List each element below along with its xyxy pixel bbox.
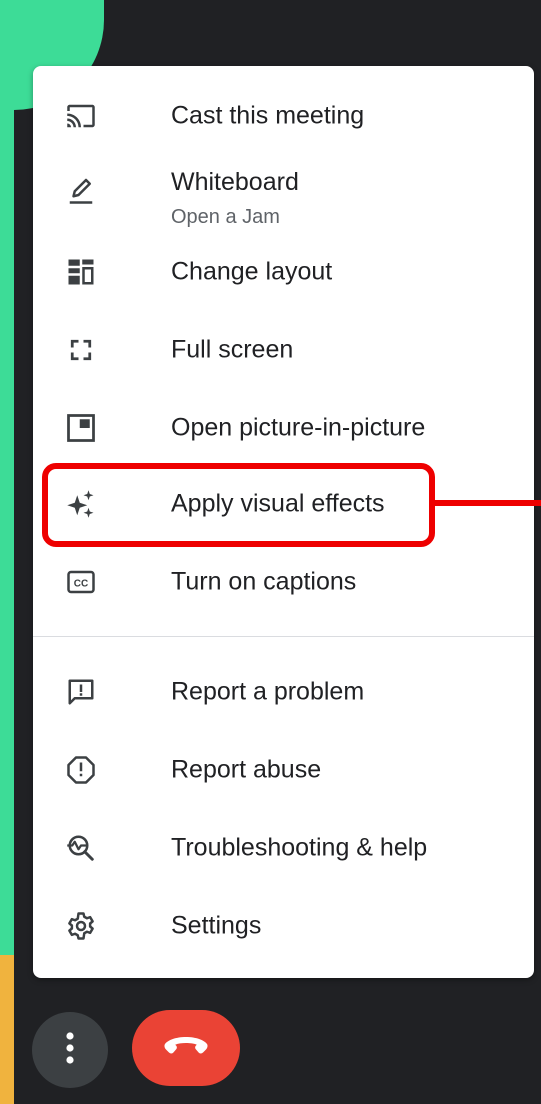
report-icon (65, 754, 97, 786)
menu-item-label: Change layout (171, 257, 333, 286)
layout-icon (65, 256, 97, 288)
sparkle-icon (65, 488, 97, 520)
cast-icon (65, 100, 97, 132)
gear-icon (65, 910, 97, 942)
menu-item-report-abuse[interactable]: Report abuse (33, 738, 534, 802)
menu-item-cast-this-meeting[interactable]: Cast this meeting (33, 84, 534, 148)
closed-captions-icon: CC (65, 566, 97, 598)
menu-item-report-a-problem[interactable]: Report a problem (33, 660, 534, 724)
menu-item-label: Report a problem (171, 677, 365, 706)
menu-item-troubleshooting-help[interactable]: Troubleshooting & help (33, 816, 534, 880)
menu-item-label: Cast this meeting (171, 101, 365, 130)
menu-item-label: Full screen (171, 335, 294, 364)
menu-item-open-picture-in-picture[interactable]: Open picture-in-picture (33, 396, 534, 460)
end-call-icon (163, 1035, 209, 1062)
orange-edge-decoration (0, 955, 14, 1104)
menu-item-label: Settings (171, 911, 262, 940)
menu-item-settings[interactable]: Settings (33, 894, 534, 958)
pencil-icon (65, 174, 97, 206)
menu-item-full-screen[interactable]: Full screen (33, 318, 534, 382)
end-call-button[interactable] (132, 1010, 240, 1086)
menu-divider (33, 636, 534, 637)
more-options-button[interactable] (32, 1012, 108, 1088)
more-vert-icon (65, 1031, 75, 1070)
picture-in-picture-icon (65, 412, 97, 444)
menu-item-turn-on-captions[interactable]: CC Turn on captions (33, 550, 534, 614)
feedback-icon (65, 676, 97, 708)
menu-item-label: Report abuse (171, 755, 322, 784)
more-options-menu: Cast this meeting Whiteboard Open a Jam … (33, 66, 534, 978)
menu-item-label: Troubleshooting & help (171, 833, 428, 862)
menu-item-label: Apply visual effects (171, 489, 385, 518)
menu-item-label: Whiteboard (171, 168, 299, 196)
menu-item-label: Open picture-in-picture (171, 413, 426, 442)
menu-item-change-layout[interactable]: Change layout (33, 240, 534, 304)
highlight-pointer-line (435, 500, 541, 506)
troubleshoot-icon (65, 832, 97, 864)
fullscreen-icon (65, 334, 97, 366)
svg-text:CC: CC (74, 578, 88, 589)
menu-item-label: Turn on captions (171, 567, 357, 596)
menu-item-whiteboard[interactable]: Whiteboard Open a Jam (33, 162, 534, 238)
menu-item-sublabel: Open a Jam (171, 206, 280, 228)
